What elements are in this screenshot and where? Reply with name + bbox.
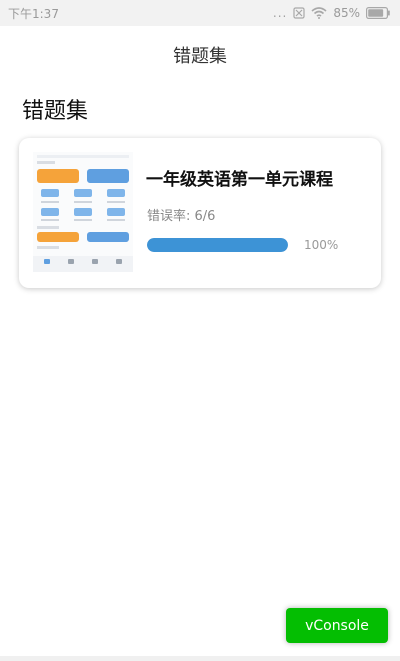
status-dots: ... (272, 6, 288, 20)
course-thumbnail (33, 152, 133, 272)
navigation-bar: 错题集 (0, 26, 400, 78)
course-card[interactable]: 一年级英语第一单元课程 错误率: 6/6 100% (19, 138, 381, 288)
bottom-edge (0, 656, 400, 661)
status-time: 下午1:37 (8, 7, 59, 21)
error-rate: 错误率: 6/6 (147, 209, 216, 224)
progress-text: 100% (304, 238, 339, 252)
status-bar: 下午1:37 ... 85% (0, 0, 400, 26)
course-title: 一年级英语第一单元课程 (146, 170, 333, 190)
battery-percent: 85% (333, 6, 360, 20)
progress-fill (147, 238, 288, 252)
no-sim-icon (293, 7, 305, 19)
nav-title: 错题集 (173, 46, 227, 67)
battery-icon (366, 7, 390, 19)
wifi-icon (311, 7, 327, 19)
progress-bar (147, 238, 288, 252)
page-heading: 错题集 (22, 99, 89, 124)
vconsole-button[interactable]: vConsole (286, 608, 388, 643)
status-icons: ... 85% (273, 4, 390, 22)
